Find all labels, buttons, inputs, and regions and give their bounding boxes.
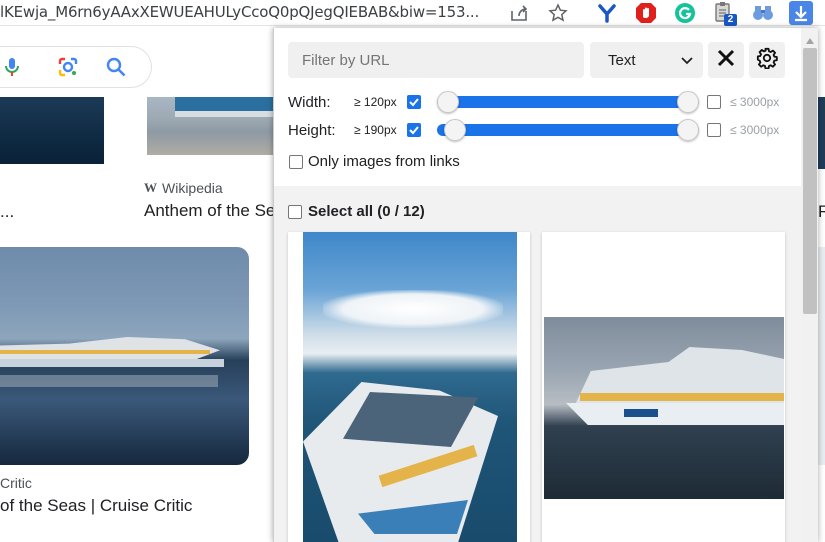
image-list: Select all (0 / 12) xyxy=(274,186,801,542)
max-width-label: ≤ 3000px xyxy=(730,95,780,109)
search-icon[interactable] xyxy=(106,57,126,82)
min-height-checkbox[interactable] xyxy=(407,123,421,137)
min-width-checkbox[interactable] xyxy=(407,95,421,109)
close-button[interactable] xyxy=(708,42,744,78)
result-title[interactable]: of the Seas | Cruise Critic xyxy=(0,496,192,516)
result-thumbnail-top-left[interactable] xyxy=(0,97,104,164)
image-card[interactable] xyxy=(288,232,530,542)
min-height-slider-handle[interactable] xyxy=(444,119,466,141)
select-all-label: Select all (0 / 12) xyxy=(308,203,425,220)
gear-icon xyxy=(756,47,778,74)
chevron-down-icon xyxy=(681,52,693,69)
only-links-checkbox[interactable] xyxy=(289,155,303,169)
select-all-control[interactable]: Select all (0 / 12) xyxy=(288,203,425,220)
height-label: Height: xyxy=(288,122,336,139)
bookmark-star-icon[interactable] xyxy=(547,2,569,24)
only-links-label[interactable]: Only images from links xyxy=(308,153,460,170)
popup-scrollbar[interactable] xyxy=(801,28,818,542)
filter-panel: Text Width: ≥ 120px ≤ 3000px Height: xyxy=(274,28,801,186)
width-label: Width: xyxy=(288,94,331,111)
filter-type-select[interactable]: Text xyxy=(590,42,703,78)
extension-y-icon[interactable] xyxy=(596,2,618,24)
select-value: Text xyxy=(608,51,636,69)
height-range-track[interactable] xyxy=(437,124,699,136)
filter-by-url-input[interactable] xyxy=(288,42,584,78)
google-lens-icon[interactable] xyxy=(57,56,79,83)
extension-badge: 2 xyxy=(724,14,737,26)
clipboard-extension-icon[interactable]: 2 xyxy=(713,2,737,26)
min-width-slider-handle[interactable] xyxy=(437,91,459,113)
max-width-slider-handle[interactable] xyxy=(677,91,699,113)
url-text[interactable]: lKEwja_M6rn6yAAxXEWUEAHULyCcoQ0pQJegQIEB… xyxy=(0,3,479,21)
image-thumbnail[interactable] xyxy=(544,317,784,499)
max-height-label: ≤ 3000px xyxy=(730,123,780,137)
result-source: Wikipedia xyxy=(162,180,223,196)
result-title-truncated[interactable]: ... xyxy=(0,202,14,222)
close-icon xyxy=(717,49,735,72)
grammarly-extension-icon[interactable] xyxy=(674,2,696,24)
min-width-label: ≥ 120px xyxy=(354,95,397,109)
share-icon[interactable] xyxy=(508,2,530,24)
max-height-slider-handle[interactable] xyxy=(677,119,699,141)
scrollbar-thumb[interactable] xyxy=(803,48,817,314)
max-height-checkbox[interactable] xyxy=(707,123,721,137)
binoculars-extension-icon[interactable] xyxy=(752,2,774,24)
result-source: Critic xyxy=(0,475,32,491)
width-range-track[interactable] xyxy=(437,96,699,108)
browser-address-bar: lKEwja_M6rn6yAAxXEWUEAHULyCcoQ0pQJegQIEB… xyxy=(0,0,825,26)
image-downloader-extension-icon[interactable] xyxy=(789,1,813,25)
select-all-checkbox[interactable] xyxy=(288,204,302,219)
google-search-box[interactable] xyxy=(0,46,152,88)
min-height-label: ≥ 190px xyxy=(354,123,397,137)
max-width-checkbox[interactable] xyxy=(707,95,721,109)
wikipedia-icon: W xyxy=(144,180,157,195)
result-title[interactable]: Anthem of the Se xyxy=(144,201,275,221)
image-thumbnail[interactable] xyxy=(303,232,517,542)
image-card[interactable] xyxy=(542,232,785,542)
image-downloader-popup: Text Width: ≥ 120px ≤ 3000px Height: xyxy=(273,28,818,542)
result-title-edge: R xyxy=(818,202,825,221)
result-thumbnail-edge xyxy=(818,247,825,465)
adblock-extension-icon[interactable] xyxy=(635,2,657,24)
microphone-icon[interactable] xyxy=(5,57,19,82)
result-image-cruise-ship[interactable] xyxy=(0,247,249,465)
settings-button[interactable] xyxy=(749,42,785,78)
result-thumbnail-edge xyxy=(818,97,825,169)
result-thumbnail-top-middle[interactable] xyxy=(147,97,273,155)
